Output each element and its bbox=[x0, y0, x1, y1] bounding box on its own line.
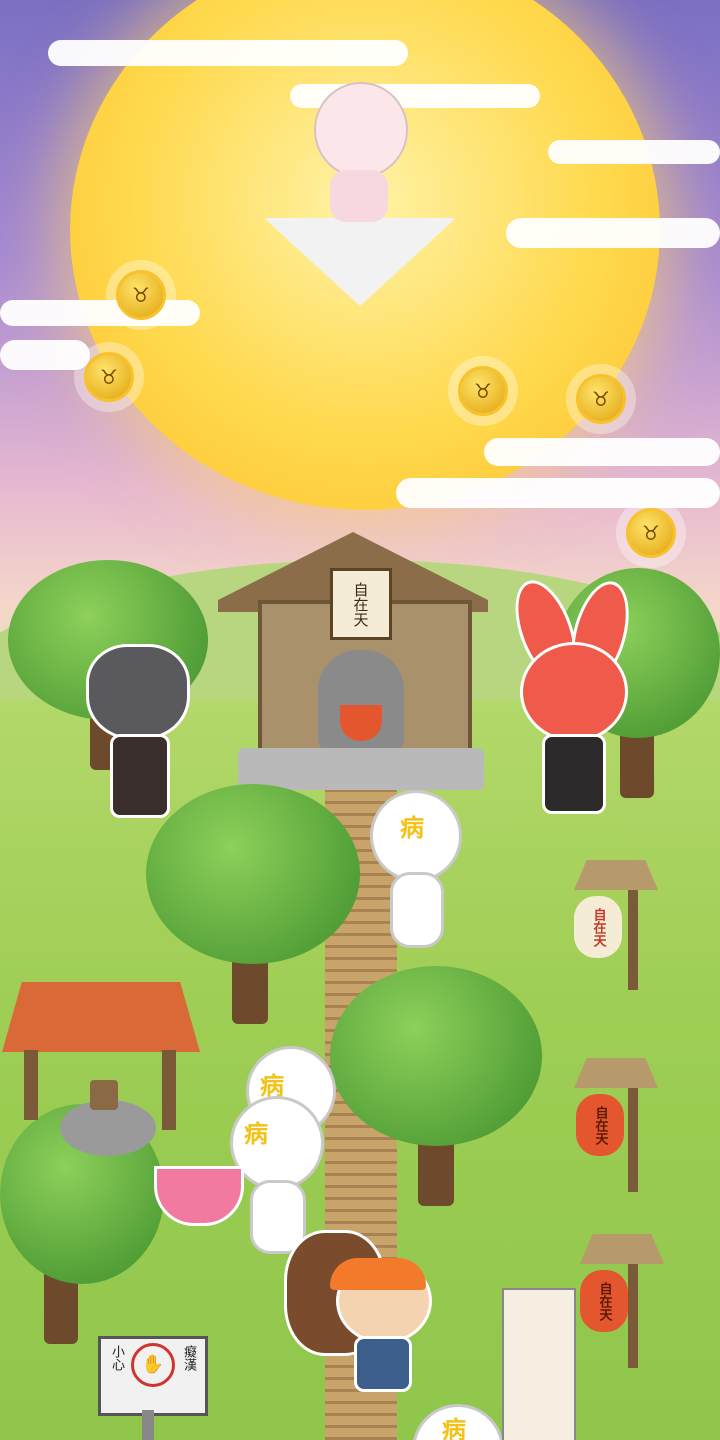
cloud bbox=[548, 140, 720, 164]
cloud bbox=[48, 40, 408, 66]
tree bbox=[330, 966, 542, 1206]
paper-lantern-red[interactable]: 自在天 bbox=[580, 1270, 628, 1332]
boy-character[interactable] bbox=[330, 1258, 432, 1392]
well-post bbox=[24, 1050, 38, 1120]
cloud bbox=[506, 218, 720, 248]
rabbit-girl-character[interactable] bbox=[490, 572, 648, 814]
warning-sign: 小心 ✋ 癡漢 bbox=[98, 1336, 208, 1416]
lantern-roof bbox=[574, 860, 658, 890]
coin-icon[interactable]: ♉ bbox=[116, 270, 166, 320]
coin-icon[interactable]: ♉ bbox=[458, 366, 508, 416]
sick-label: 病 bbox=[400, 814, 424, 842]
shrine-banner bbox=[502, 1288, 576, 1440]
sick-blob-character[interactable]: 病 bbox=[370, 790, 462, 948]
coin-icon[interactable]: ♉ bbox=[576, 374, 626, 424]
paper-lantern-red[interactable]: 自在天 bbox=[576, 1094, 624, 1156]
lantern-post bbox=[628, 890, 638, 990]
no-hand-icon: ✋ bbox=[131, 1343, 175, 1387]
sick-label: 病 bbox=[442, 1416, 466, 1440]
game-scene: ♉ ♉ ♉ ♉ ♉ 自在天 病 病 病 病 自在天 自在天 自在天 小心 ✋ 癡… bbox=[0, 0, 720, 1440]
cat-girl-character[interactable] bbox=[84, 644, 190, 818]
shrine-sign: 自在天 bbox=[330, 568, 392, 640]
cloud bbox=[0, 300, 200, 326]
lantern-roof bbox=[580, 1234, 664, 1264]
cloud bbox=[0, 340, 90, 370]
paper-lantern-white[interactable]: 自在天 bbox=[574, 896, 622, 958]
sick-label: 病 bbox=[244, 1120, 268, 1148]
bucket bbox=[90, 1080, 118, 1110]
lantern-post bbox=[628, 1264, 638, 1368]
lantern-roof bbox=[574, 1058, 658, 1088]
well-roof bbox=[2, 982, 200, 1052]
cloud bbox=[484, 438, 720, 466]
lantern-post bbox=[628, 1088, 638, 1192]
warning-sign-right-text: 癡漢 bbox=[181, 1345, 196, 1371]
sick-blob-character[interactable]: 病 bbox=[412, 1404, 504, 1440]
well-post bbox=[162, 1050, 176, 1130]
coin-icon[interactable]: ♉ bbox=[626, 508, 676, 558]
cloud bbox=[396, 478, 720, 508]
coin-icon[interactable]: ♉ bbox=[84, 352, 134, 402]
sign-post bbox=[142, 1410, 154, 1440]
warning-sign-left-text: 小心 bbox=[109, 1345, 124, 1371]
floating-girl-character[interactable] bbox=[300, 82, 418, 222]
